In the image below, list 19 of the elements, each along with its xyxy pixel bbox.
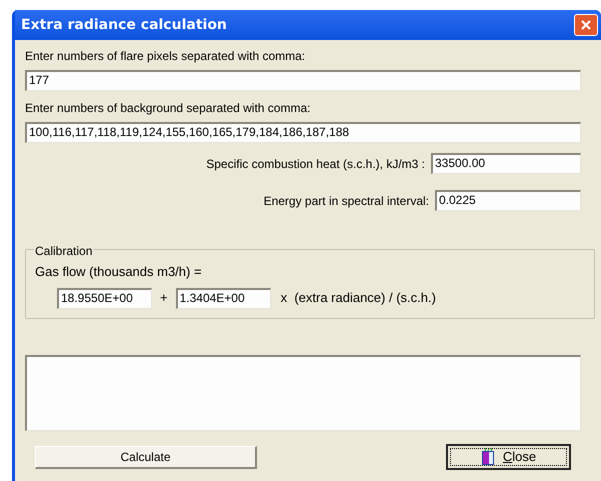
plus-sign: + [160, 289, 168, 308]
field-label: Energy part in spectral interval: [264, 192, 429, 210]
window-title: Extra radiance calculation [21, 16, 227, 34]
input-field[interactable]: 1.3404E+00 [176, 288, 271, 308]
field-label: Enter numbers of flare pixels separated with comma: [25, 48, 306, 65]
calculate-button[interactable]: Calculate [35, 446, 257, 468]
output-area[interactable] [25, 355, 581, 431]
formula-suffix: x (extra radiance) / (s.c.h.) [280, 289, 436, 308]
input-field[interactable]: 33500.00 [431, 153, 581, 174]
input-field[interactable]: 0.0225 [435, 190, 581, 211]
door-icon [480, 448, 495, 466]
close-button[interactable]: Close [446, 444, 571, 470]
field-label: Enter numbers of background separated with comma: [25, 100, 312, 117]
input-field[interactable]: 100,116,117,118,119,124,155,160,165,179,184,186,187,188 [25, 122, 581, 143]
close-icon[interactable] [574, 14, 598, 36]
input-field[interactable]: 177 [25, 70, 581, 91]
field-label: Specific combustion heat (s.c.h.), kJ/m3 : [206, 156, 425, 172]
formula-label: Gas flow (thousands m3/h) = [35, 263, 203, 281]
input-field[interactable]: 18.9550E+00 [57, 288, 152, 308]
